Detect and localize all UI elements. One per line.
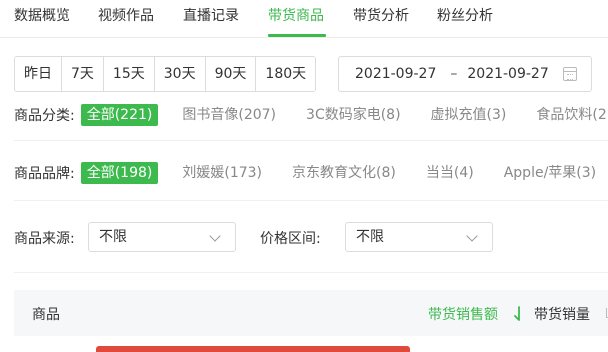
category-chip-3c[interactable]: 3C数码家电(8) (300, 104, 407, 126)
category-chip-books[interactable]: 图书音像(207) (176, 104, 282, 126)
range-15d-button[interactable]: 15天 (103, 57, 155, 91)
brand-chip-jd-education[interactable]: 京东教育文化(8) (286, 162, 402, 184)
column-header-sales-volume[interactable]: 带货销量 (534, 304, 590, 324)
category-chip-food[interactable]: 食品饮料(2) (530, 104, 608, 126)
brand-chip-liuyuanyuan[interactable]: 刘媛媛(173) (176, 162, 268, 184)
start-date: 2021-09-27 (355, 66, 437, 82)
tab-bar: 数据概览 视频作品 直播记录 带货商品 带货分析 粉丝分析 (0, 0, 608, 38)
brand-chip-all[interactable]: 全部(198) (80, 162, 159, 184)
tab-live-records[interactable]: 直播记录 (183, 6, 239, 26)
price-select-label: 价格区间: (260, 231, 321, 247)
brand-filter-label: 商品品牌: (14, 166, 75, 182)
source-select-value: 不限 (99, 229, 127, 245)
tab-sales-analysis[interactable]: 带货分析 (353, 6, 409, 26)
range-7d-button[interactable]: 7天 (62, 57, 104, 91)
chevron-down-icon (209, 230, 221, 242)
divider (14, 140, 608, 141)
tab-products[interactable]: 带货商品 (268, 6, 324, 26)
range-30d-button[interactable]: 30天 (154, 57, 206, 91)
tab-video-works[interactable]: 视频作品 (98, 6, 154, 26)
source-select[interactable]: 不限 (88, 222, 236, 252)
brand-chip-apple[interactable]: Apple/苹果(3) (498, 162, 602, 184)
date-range-quick-buttons: 昨日 7天 15天 30天 90天 180天 (14, 56, 317, 92)
range-180d-button[interactable]: 180天 (256, 57, 316, 91)
brand-filter-row: 商品品牌: 全部(198) 刘媛媛(173) 京东教育文化(8) 当当(4) A… (14, 162, 608, 184)
tab-data-overview[interactable]: 数据概览 (14, 6, 70, 26)
end-date: 2021-09-27 (467, 66, 549, 82)
price-select[interactable]: 不限 (345, 222, 493, 252)
category-filter-row: 商品分类: 全部(221) 图书音像(207) 3C数码家电(8) 虚拟充值(3… (14, 104, 608, 126)
brand-chip-dangdang[interactable]: 当当(4) (420, 162, 480, 184)
divider (14, 272, 608, 273)
calendar-icon[interactable] (563, 67, 577, 81)
column-header-sales-amount[interactable]: 带货销售额 (428, 304, 498, 324)
category-chip-virtual[interactable]: 虚拟充值(3) (425, 104, 513, 126)
date-separator: – (450, 66, 458, 82)
range-90d-button[interactable]: 90天 (205, 57, 257, 91)
category-filter-label: 商品分类: (14, 108, 75, 124)
chevron-down-icon (466, 230, 478, 242)
column-header-product: 商品 (32, 307, 60, 323)
divider (14, 200, 608, 201)
sort-descending-icon[interactable] (512, 306, 526, 322)
range-yesterday-button[interactable]: 昨日 (15, 57, 62, 91)
table-header: 商品 带货销售额 带货销量 (14, 290, 608, 336)
tab-fans-analysis[interactable]: 粉丝分析 (437, 6, 493, 26)
date-range-picker[interactable]: 2021-09-27 – 2021-09-27 (338, 56, 592, 92)
active-tab-indicator (268, 34, 326, 37)
source-select-label: 商品来源: (14, 231, 75, 247)
highlight-bar (96, 346, 410, 352)
price-select-value: 不限 (356, 229, 384, 245)
category-chip-all[interactable]: 全部(221) (80, 104, 159, 126)
